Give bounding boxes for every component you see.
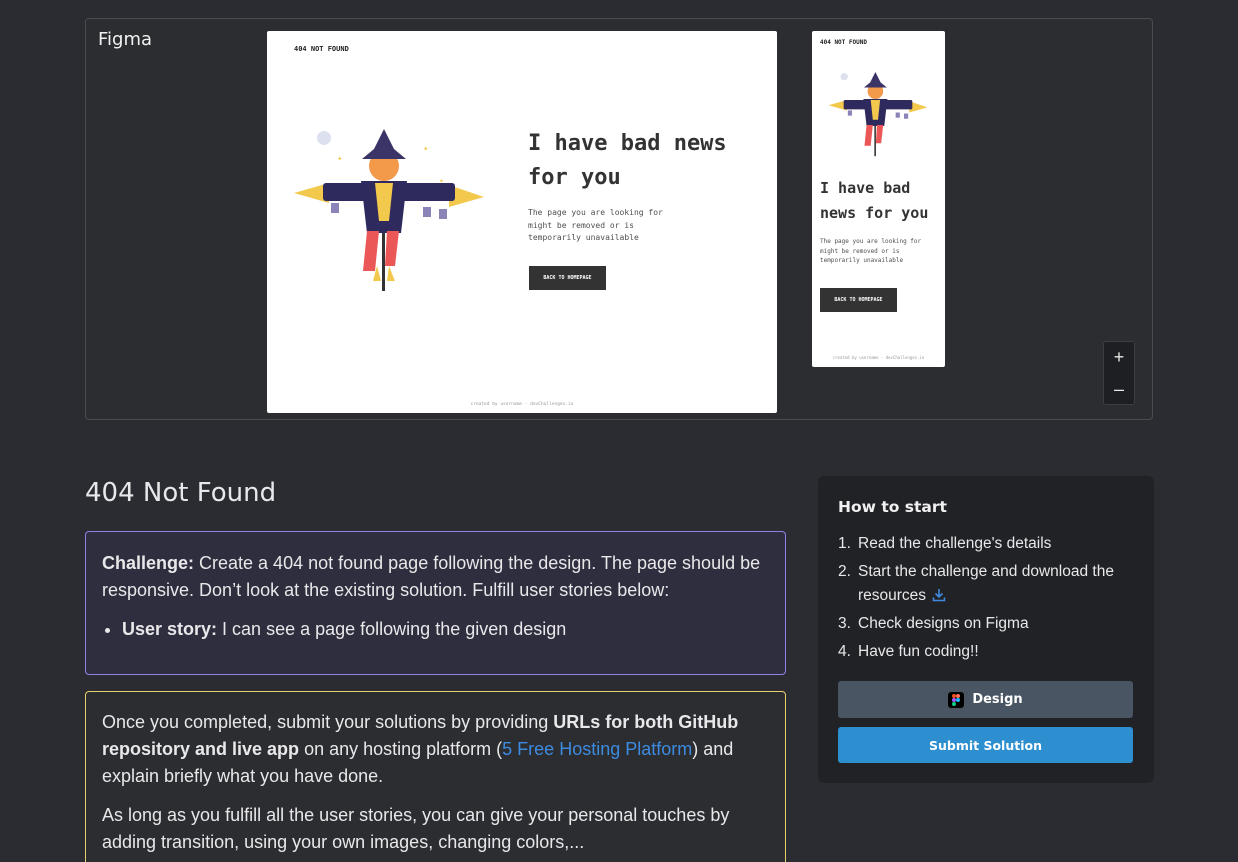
list-item: User story: I can see a page following t… [122,616,769,643]
step-item: 2. Start the challenge and download the r… [838,560,1134,608]
svg-text:✦: ✦ [337,154,343,164]
mockup-brand: 404 NOT FOUND [294,45,349,53]
how-to-start-card: How to start 1. Read the challenge's deta… [818,476,1154,783]
step-item: 3. Check designs on Figma [838,612,1134,636]
step-text: Have fun coding!! [858,643,979,660]
step-text: Start the challenge and download the res… [858,563,1114,604]
steps-list: 1. Read the challenge's details 2. Start t… [838,532,1134,664]
challenge-label: Challenge: [102,553,195,573]
page-title: 404 Not Found [85,478,277,508]
hosting-platform-link[interactable]: 5 Free Hosting Platform [502,739,692,759]
step-number: 2. [838,563,851,580]
step-number: 3. [838,615,851,632]
scarecrow-illustration [828,71,928,157]
figma-preview[interactable]: Figma 404 NOT FOUND ✦ ✦ ✦ I have bad new… [85,18,1153,420]
mockup-heading: I have bad news for you [528,131,727,190]
step-number: 1. [838,535,851,552]
submission-instructions: Once you completed, submit your solution… [85,691,786,862]
mockup-footer: created by username - devChallenges.io [470,402,574,407]
figma-logo: Figma [98,29,153,50]
how-to-start-title: How to start [838,498,947,516]
step-text: Read the challenge's details [858,535,1052,552]
submit-solution-button[interactable]: Submit Solution [838,727,1133,763]
figma-icon [948,691,965,708]
zoom-in-button[interactable]: + [1104,342,1134,373]
step-item: 1. Read the challenge's details [838,532,1134,556]
mockup-footer: created by username - devChallenges.io [832,355,925,360]
mockup-homepage-button: BACK TO HOMEPAGE [529,266,606,290]
download-icon[interactable] [932,588,946,602]
submit-text: Once you completed, submit your solution… [102,712,554,732]
zoom-out-button[interactable]: – [1104,374,1134,405]
mockup-text: The page you are looking for might be re… [528,208,663,242]
step-number: 4. [838,643,851,660]
story-text: I can see a page following the given des… [217,619,567,639]
story-label: User story: [122,619,218,639]
scarecrow-illustration: ✦ ✦ ✦ [294,129,484,291]
design-button-label: Design [972,692,1023,707]
mockup-text: The page you are looking for might be re… [820,238,922,264]
desktop-mockup: 404 NOT FOUND ✦ ✦ ✦ I have bad news for … [267,31,777,413]
personal-touch-text: As long as you fulfill all the user stor… [102,805,730,852]
mockup-brand: 404 NOT FOUND [820,39,867,46]
step-text: Check designs on Figma [858,615,1029,632]
mobile-mockup: 404 NOT FOUND I have bad news for you Th… [812,31,945,367]
user-stories-list: User story: I can see a page following t… [102,616,769,643]
challenge-text: Create a 404 not found page following th… [102,553,761,600]
challenge-description: Challenge: Create a 404 not found page f… [85,531,786,675]
design-button[interactable]: Design [838,681,1133,718]
mockup-heading: I have bad news for you [820,179,929,222]
svg-text:✦: ✦ [423,144,429,154]
submit-text: on any hosting platform ( [299,739,503,759]
step-item: 4. Have fun coding!! [838,640,1134,664]
mockup-homepage-button: BACK TO HOMEPAGE [820,288,897,312]
zoom-controls: + – [1103,341,1135,405]
